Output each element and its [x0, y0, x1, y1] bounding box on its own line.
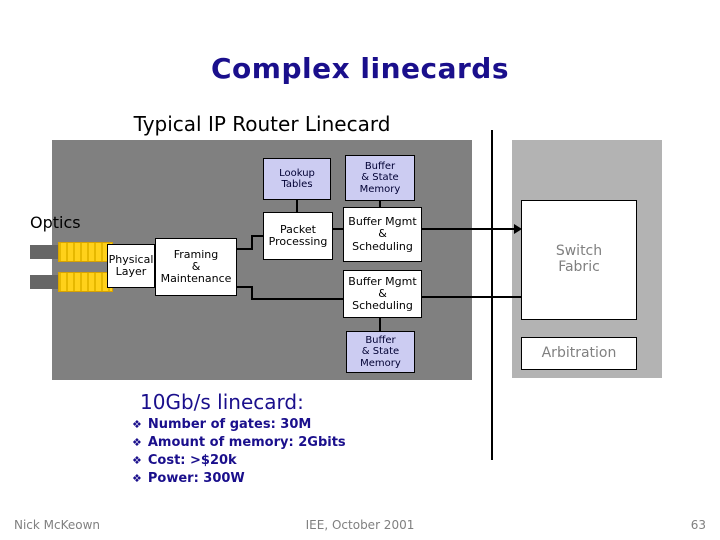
- vertical-divider: [491, 130, 493, 460]
- list-item-label: Power: 300W: [147, 471, 245, 486]
- box-switch-fabric: Switch Fabric: [521, 200, 637, 320]
- box-arbitration-label: Arbitration: [541, 344, 617, 361]
- slide-root: Complex linecards Typical IP Router Line…: [0, 0, 720, 540]
- line-fabric-to-bufmgmt-bottom: [421, 296, 521, 298]
- box-switch-fabric-label: Switch Fabric: [555, 243, 603, 275]
- box-buffer-mgmt-top: Buffer Mgmt & Scheduling: [343, 207, 422, 262]
- page-title: Complex linecards: [210, 52, 510, 85]
- line-to-lower-path: [251, 298, 343, 300]
- box-buffer-state-memory-top-label: Buffer & State Memory: [359, 161, 401, 195]
- box-buffer-state-memory-bottom-label: Buffer & State Memory: [360, 335, 401, 369]
- box-buffer-mgmt-bottom: Buffer Mgmt & Scheduling: [343, 270, 422, 318]
- line-framing-riser-top: [251, 236, 253, 250]
- box-packet-processing-label: Packet Processing: [268, 222, 328, 248]
- line-packet-to-bufmgmt: [332, 228, 344, 230]
- box-packet-processing: Packet Processing: [263, 212, 333, 260]
- box-arbitration: Arbitration: [521, 337, 637, 370]
- diamond-bullet-icon: ❖: [132, 454, 142, 467]
- list-item: ❖ Number of gates: 30M: [132, 417, 472, 432]
- box-buffer-mgmt-bottom-label: Buffer Mgmt & Scheduling: [348, 274, 417, 313]
- specs-heading: 10Gb/s linecard:: [140, 390, 304, 414]
- box-buffer-state-memory-top: Buffer & State Memory: [345, 155, 415, 201]
- box-lookup-tables-label: Lookup Tables: [279, 167, 315, 190]
- list-item-label: Number of gates: 30M: [147, 417, 312, 432]
- box-physical-layer-label: Physical Layer: [108, 252, 154, 278]
- footer-page-number: 63: [690, 518, 706, 532]
- diagram-subtitle: Typical IP Router Linecard: [133, 112, 391, 136]
- diamond-bullet-icon: ❖: [132, 436, 142, 449]
- list-item: ❖ Amount of memory: 2Gbits: [132, 435, 472, 450]
- diamond-bullet-icon: ❖: [132, 472, 142, 485]
- box-framing-maintenance-label: Framing & Maintenance: [160, 247, 232, 286]
- list-item-label: Amount of memory: 2Gbits: [147, 435, 346, 450]
- box-framing-maintenance: Framing & Maintenance: [155, 238, 237, 296]
- slide-footer: Nick McKeown IEE, October 2001 63: [0, 518, 720, 538]
- specs-list: ❖ Number of gates: 30M ❖ Amount of memor…: [132, 417, 472, 489]
- box-buffer-mgmt-top-label: Buffer Mgmt & Scheduling: [348, 215, 417, 253]
- line-lookup-to-packet: [296, 200, 298, 212]
- diamond-bullet-icon: ❖: [132, 418, 142, 431]
- box-buffer-state-memory-bottom: Buffer & State Memory: [346, 331, 415, 373]
- line-bufmgmt-top-to-fabric: [421, 228, 517, 230]
- list-item-label: Cost: >$20k: [147, 453, 237, 468]
- box-physical-layer: Physical Layer: [107, 244, 155, 288]
- optic-connector-egress: [58, 272, 113, 292]
- list-item: ❖ Power: 300W: [132, 471, 472, 486]
- list-item: ❖ Cost: >$20k: [132, 453, 472, 468]
- line-bufmgmt-bottom-to-mem: [379, 318, 381, 331]
- box-lookup-tables: Lookup Tables: [263, 158, 331, 200]
- optic-connector-ingress: [58, 242, 113, 262]
- footer-venue: IEE, October 2001: [305, 518, 415, 532]
- optics-label: Optics: [30, 213, 81, 232]
